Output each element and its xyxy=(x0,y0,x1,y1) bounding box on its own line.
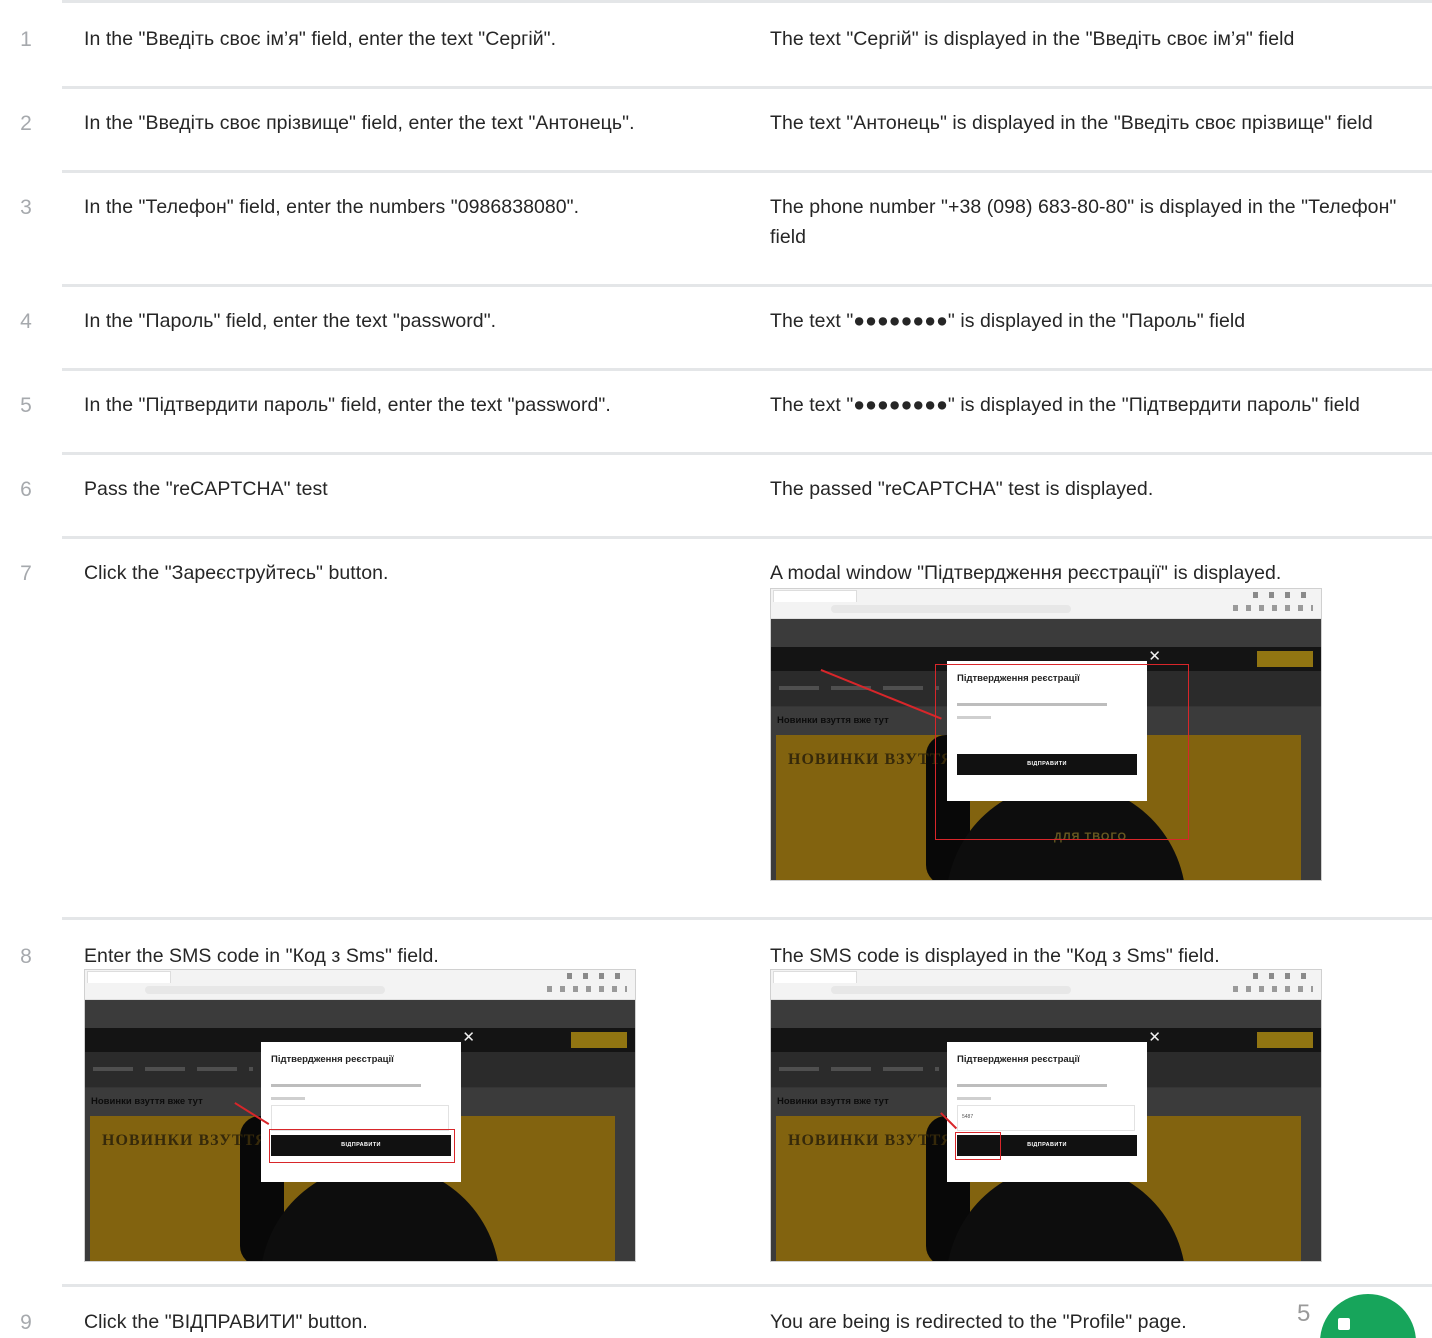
address-bar xyxy=(145,986,385,994)
step-result: The text "Антонець" is displayed in the … xyxy=(770,112,1373,134)
address-bar xyxy=(831,986,1071,994)
chat-icon xyxy=(1338,1318,1350,1330)
step-number: 7 xyxy=(20,562,32,585)
step-number: 1 xyxy=(20,28,32,51)
step-result: A modal window "Підтвердження реєстрації… xyxy=(770,562,1282,584)
step-action: In the "Телефон" field, enter the number… xyxy=(84,196,580,218)
row-divider xyxy=(62,368,1432,371)
row-divider xyxy=(62,170,1432,173)
row-divider xyxy=(62,284,1432,287)
step-number: 2 xyxy=(20,112,32,135)
page-number: 5 xyxy=(1297,1300,1311,1327)
window-controls-icon xyxy=(1253,973,1313,979)
chat-launcher-button[interactable] xyxy=(1320,1294,1416,1338)
row-divider xyxy=(62,536,1432,539)
step-action: Pass the "reCAPTCHA" test xyxy=(84,478,328,500)
step-number: 4 xyxy=(20,310,32,333)
row-divider xyxy=(62,1284,1432,1287)
row-divider xyxy=(62,452,1432,455)
step-number: 6 xyxy=(20,478,32,501)
step-action: Click the "ВІДПРАВИТИ" button. xyxy=(84,1311,368,1333)
step-number: 5 xyxy=(20,394,32,417)
step-result: The phone number "+38 (098) 683-80-80" i… xyxy=(770,196,1397,248)
row-divider xyxy=(62,86,1432,89)
step-action: In the "Введіть своє ім’я" field, enter … xyxy=(84,28,557,50)
sms-code-input xyxy=(271,1105,449,1131)
address-bar xyxy=(831,605,1071,613)
modal-title: Підтвердження реєстрації xyxy=(271,1054,394,1065)
browser-chrome xyxy=(771,970,1321,1000)
sms-code-value: 5487 xyxy=(962,1114,974,1120)
close-icon: ✕ xyxy=(1148,648,1161,665)
step-result: The text "Сергій" is displayed in the "В… xyxy=(770,28,1295,50)
step-result: The passed "reCAPTCHA" test is displayed… xyxy=(770,478,1154,500)
highlight-box xyxy=(269,1129,455,1163)
step-number: 8 xyxy=(20,945,32,968)
highlight-box xyxy=(935,664,1189,840)
step-number: 3 xyxy=(20,196,32,219)
step-action: Enter the SMS code in "Код з Sms" field. xyxy=(84,945,439,967)
step-action: In the "Пароль" field, enter the text "p… xyxy=(84,310,497,332)
step-result: The SMS code is displayed in the "Код з … xyxy=(770,945,1220,967)
sms-code-input xyxy=(957,1105,1135,1131)
browser-tab xyxy=(773,590,857,602)
modal-title: Підтвердження реєстрації xyxy=(957,1054,1080,1065)
step-result: The text "●●●●●●●●" is displayed in the … xyxy=(770,394,1360,416)
row-divider xyxy=(62,917,1432,920)
screenshot-registration-modal: Новинки взуття вже тут НОВИНКИ ВЗУТТЯ ДЛ… xyxy=(770,588,1322,881)
browser-chrome xyxy=(85,970,635,1000)
step-result: The text "●●●●●●●●" is displayed in the … xyxy=(770,310,1246,332)
step-number: 9 xyxy=(20,1311,32,1334)
toolbar-icons xyxy=(1233,986,1313,992)
step-action: In the "Підтвердити пароль" field, enter… xyxy=(84,394,611,416)
browser-tab xyxy=(87,971,171,983)
step-action: In the "Введіть своє прізвище" field, en… xyxy=(84,112,635,134)
toolbar-icons xyxy=(1233,605,1313,611)
step-action: Click the "Зареєструйтесь" button. xyxy=(84,562,389,584)
browser-chrome xyxy=(771,589,1321,619)
close-icon: ✕ xyxy=(1148,1029,1161,1046)
toolbar-icons xyxy=(547,986,627,992)
screenshot-sms-field-empty: Новинки взуття вже тут НОВИНКИ ВЗУТТЯ ✕ … xyxy=(84,969,636,1262)
confirmation-modal: ✕ Підтвердження реєстрації 5487 ВІДПРАВИ… xyxy=(947,1029,1161,1182)
row-divider xyxy=(62,0,1432,3)
window-controls-icon xyxy=(567,973,627,979)
window-controls-icon xyxy=(1253,592,1313,598)
browser-tab xyxy=(773,971,857,983)
close-icon: ✕ xyxy=(462,1029,475,1046)
highlight-box xyxy=(955,1132,1001,1160)
screenshot-sms-field-filled: Новинки взуття вже тут НОВИНКИ ВЗУТТЯ ✕ … xyxy=(770,969,1322,1262)
